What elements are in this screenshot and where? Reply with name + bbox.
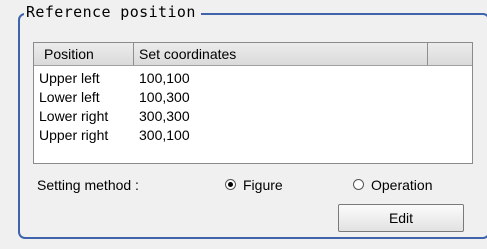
radio-figure-label: Figure [243, 177, 283, 193]
radio-operation[interactable]: Operation [353, 175, 432, 195]
position-cell: Upper right [39, 127, 109, 143]
radio-dot-icon [228, 182, 233, 188]
radio-unselected-icon[interactable] [353, 179, 364, 191]
radio-operation-label: Operation [371, 177, 433, 193]
radio-selected-icon[interactable] [225, 179, 236, 191]
list-row[interactable]: Upper left 100,100 [34, 69, 472, 88]
list-header: Position Set coordinates [34, 43, 472, 66]
list-rows: Upper left 100,100 Lower left 100,300 Lo… [34, 69, 472, 145]
reference-position-list[interactable]: Position Set coordinates Upper left 100,… [33, 42, 473, 164]
coordinates-cell: 100,100 [139, 70, 190, 86]
list-row[interactable]: Upper right 300,100 [34, 126, 472, 145]
list-row[interactable]: Lower right 300,300 [34, 107, 472, 126]
radio-figure[interactable]: Figure [225, 175, 283, 195]
column-header-empty[interactable] [428, 43, 472, 65]
coordinates-cell: 100,300 [139, 89, 190, 105]
setting-method-label: Setting method : [37, 177, 139, 193]
coordinates-cell: 300,300 [139, 108, 190, 124]
list-row[interactable]: Lower left 100,300 [34, 88, 472, 107]
position-cell: Upper left [39, 70, 100, 86]
group-title: Reference position [24, 2, 201, 22]
edit-button[interactable]: Edit [338, 204, 464, 232]
column-header-position[interactable]: Position [34, 43, 134, 65]
column-header-set-coordinates[interactable]: Set coordinates [134, 43, 428, 65]
coordinates-cell: 300,100 [139, 127, 190, 143]
position-cell: Lower left [39, 89, 100, 105]
position-cell: Lower right [39, 108, 109, 124]
